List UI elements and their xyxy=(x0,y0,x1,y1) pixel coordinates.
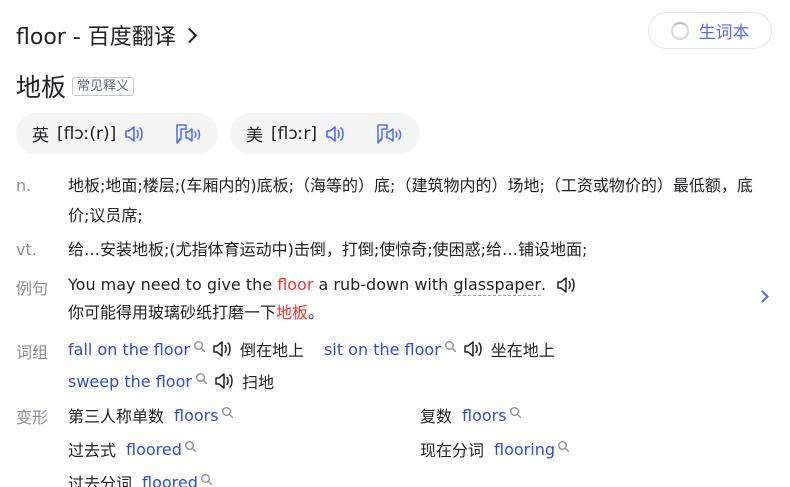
phonetic-text: [flɔːr] xyxy=(271,123,318,144)
inflection-key: 过去分词 xyxy=(68,474,133,487)
inflection-value[interactable]: floors xyxy=(174,406,219,425)
pronunciation-us: 美 [flɔːr] xyxy=(230,113,420,154)
inflection-key: 现在分词 xyxy=(420,441,485,460)
phrases-label: 词组 xyxy=(16,343,49,362)
pronunciation-region: 美 xyxy=(246,126,263,146)
search-icon[interactable] xyxy=(200,471,213,485)
vocabulary-book-label: 生词本 xyxy=(698,23,750,43)
speaker-icon[interactable] xyxy=(325,124,347,144)
speaker-icon[interactable] xyxy=(556,275,578,295)
inflection-value[interactable]: floored xyxy=(126,440,182,459)
slow-speech-icon[interactable] xyxy=(174,123,204,145)
inflection-item: 复数 floors xyxy=(420,403,522,427)
headword-row: 地板 常见释义 xyxy=(16,68,135,104)
phrase-translation: 倒在地上 xyxy=(240,341,305,360)
vocabulary-book-button[interactable]: 生词本 xyxy=(648,12,772,49)
speaker-icon[interactable] xyxy=(124,124,146,144)
inflection-value[interactable]: floored xyxy=(142,473,198,487)
example-en-link[interactable]: glasspaper xyxy=(453,275,541,296)
phrase-link[interactable]: sit on the floor xyxy=(324,340,441,359)
inflection-item: 过去分词 floored xyxy=(68,470,213,487)
page-title-link[interactable]: floor - 百度翻译 xyxy=(16,18,198,52)
headword: 地板 xyxy=(16,73,67,102)
search-icon[interactable] xyxy=(193,338,206,352)
definition-text: 给…安装地板;(尤指体育运动中)击倒，打倒;使惊奇;使困惑;给…铺设地面; xyxy=(68,240,588,259)
example-en-highlight: floor xyxy=(277,275,314,294)
inflection-value[interactable]: flooring xyxy=(494,440,555,459)
example-sentence-en: You may need to give the floor a rub-dow… xyxy=(68,270,578,300)
slow-speech-icon[interactable] xyxy=(375,123,405,145)
search-icon[interactable] xyxy=(221,404,234,418)
pronunciation-region: 英 xyxy=(32,126,49,146)
pos-label: vt. xyxy=(16,240,37,259)
example-en-text: a rub-down with xyxy=(318,275,449,294)
example-zh-text: 。 xyxy=(308,303,325,322)
search-icon[interactable] xyxy=(195,370,208,384)
inflection-item: 第三人称单数 floors xyxy=(68,403,234,427)
phrase-link[interactable]: fall on the floor xyxy=(68,340,190,359)
example-sentence-zh: 你可能得用玻璃砂纸打磨一下地板。 xyxy=(68,298,324,328)
example-en-text: . xyxy=(540,275,547,294)
next-example-chevron-icon[interactable] xyxy=(756,290,769,303)
inflection-key: 第三人称单数 xyxy=(68,407,165,426)
example-en-text: You may need to give the xyxy=(68,275,273,294)
inflection-key: 过去式 xyxy=(68,441,117,460)
phrases-row: sweep the floor 扫地 xyxy=(68,369,288,393)
page-title: floor - 百度翻译 xyxy=(16,25,176,50)
inflection-item: 过去式 floored xyxy=(68,437,197,461)
example-zh-text: 你可能得用玻璃砂纸打磨一下 xyxy=(68,303,277,322)
common-meaning-tag: 常见释义 xyxy=(72,76,135,96)
phrase-translation: 坐在地上 xyxy=(490,341,555,360)
speaker-icon[interactable] xyxy=(214,371,236,391)
chevron-right-icon xyxy=(181,27,198,43)
phonetic-text: [flɔː(r)] xyxy=(57,123,117,144)
inflection-value[interactable]: floors xyxy=(462,406,507,425)
phrases-row: fall on the floor 倒在地上 sit on the floor … xyxy=(68,337,569,361)
inflection-key: 复数 xyxy=(420,407,453,426)
loading-spinner-icon xyxy=(670,21,689,40)
inflections-label: 变形 xyxy=(16,408,49,427)
search-icon[interactable] xyxy=(184,438,197,452)
search-icon[interactable] xyxy=(509,404,522,418)
pos-label: n. xyxy=(16,176,32,195)
example-zh-highlight: 地板 xyxy=(276,303,309,322)
search-icon[interactable] xyxy=(444,338,457,352)
search-icon[interactable] xyxy=(557,438,570,452)
speaker-icon[interactable] xyxy=(212,339,234,359)
inflection-item: 现在分词 flooring xyxy=(420,437,570,461)
speaker-icon[interactable] xyxy=(463,339,485,359)
definition-text: 地板;地面;楼层;(车厢内的)底板;（海等的）底;（建筑物内的）场地;（工资或物… xyxy=(68,176,753,225)
phrase-translation: 扫地 xyxy=(241,373,274,392)
example-label: 例句 xyxy=(16,279,49,298)
phrase-link[interactable]: sweep the floor xyxy=(68,372,192,391)
pronunciation-uk: 英 [flɔː(r)] xyxy=(16,113,218,154)
